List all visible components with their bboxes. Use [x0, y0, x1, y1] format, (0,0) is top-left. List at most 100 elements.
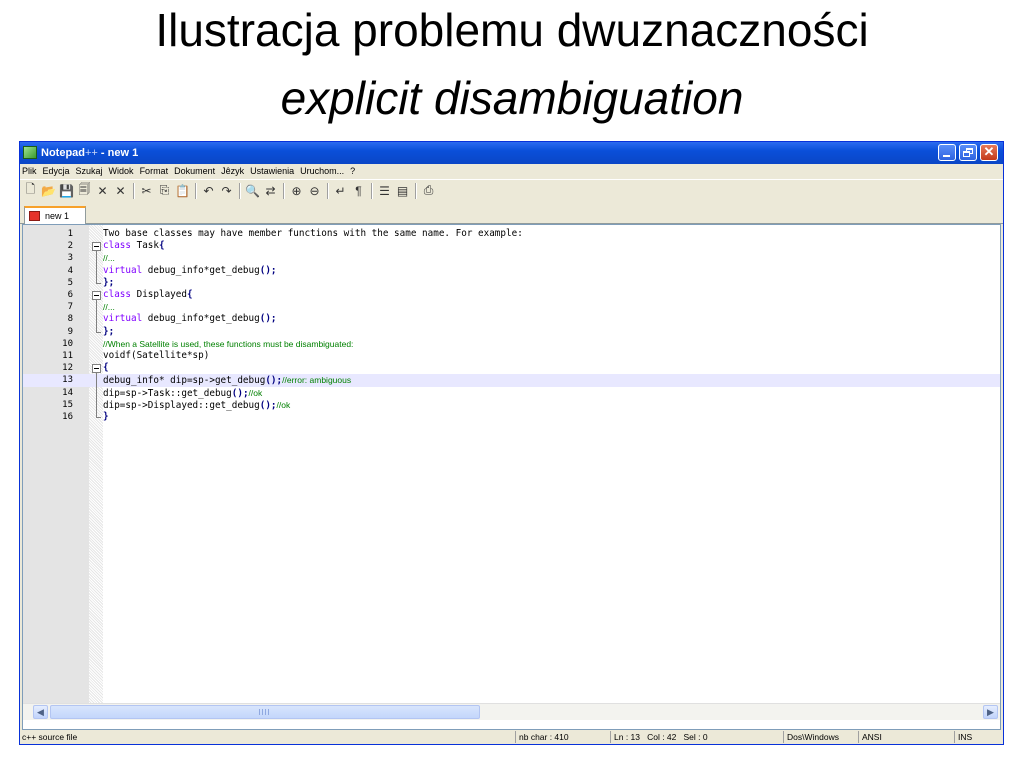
wrap-icon[interactable]: ↵ [332, 183, 349, 199]
code-line[interactable]: 7 //... [23, 301, 1000, 313]
print-icon[interactable]: ⎙ [420, 183, 437, 199]
replace-icon[interactable]: ⇄ [262, 183, 279, 199]
copy-icon[interactable]: ⎘ [156, 183, 173, 199]
open-folder-icon[interactable]: 📂 [40, 183, 57, 199]
toolbar: 🗋 📂 💾 🗐 ✕ ✕ ✂ ⎘ 📋 ↶ ↷ 🔍 ⇄ ⊕ ⊖ ↵ ¶ ☰ ▤ ⎙ [20, 179, 1003, 201]
redo-icon[interactable]: ↷ [218, 183, 235, 199]
fold-guide [96, 299, 97, 333]
new-file-icon[interactable]: 🗋 [22, 182, 39, 199]
title-bar[interactable]: Notepad++ - new 1 ✕ [20, 142, 1003, 164]
code-line[interactable]: 12 { [23, 362, 1000, 374]
token-code: Two base classes may have member functio… [103, 228, 523, 239]
find-icon[interactable]: 🔍 [244, 183, 261, 199]
token-code: debug_info*get_debug [142, 264, 260, 276]
close-window-button[interactable]: ✕ [980, 144, 998, 161]
editor[interactable]: ◀ ▶ 1 Two base classes may have member fu… [22, 224, 1001, 730]
code-line[interactable]: 3 //... [23, 252, 1000, 264]
minimize-button[interactable] [938, 144, 956, 161]
notepad-app-icon[interactable] [23, 146, 37, 159]
line-number: 2 [67, 241, 73, 252]
token-op: }; [103, 276, 115, 288]
code-line[interactable]: 14 dip=sp->Task::get_debug();//ok [23, 387, 1000, 399]
window-title: Notepad++ - new 1 [41, 147, 139, 159]
token-op: (); [231, 387, 249, 399]
code-line[interactable]: 1 Two base classes may have member functi… [23, 228, 1000, 240]
show-all-chars-icon[interactable]: ¶ [350, 183, 367, 199]
code-line[interactable]: 13 debug_info* dip=sp->get_debug();//erro… [23, 374, 1000, 387]
toolbar-separator [283, 182, 285, 199]
close-icon[interactable]: ✕ [94, 183, 111, 199]
cut-icon[interactable]: ✂ [138, 183, 155, 199]
tab-new-1[interactable]: new 1 [24, 206, 86, 224]
code-line[interactable]: 5}; [23, 277, 1000, 289]
user-lang-icon[interactable]: ▤ [394, 183, 411, 199]
code-line[interactable]: 15 dip=sp->Displayed::get_debug();//ok [23, 399, 1000, 411]
status-bar: c++ source file nb char : 410 Ln : 13 Co… [20, 730, 1003, 744]
zoom-out-icon[interactable]: ⊖ [306, 183, 323, 199]
code-line[interactable]: 6 class Displayed{ [23, 289, 1000, 301]
indent-guide-icon[interactable]: ☰ [376, 183, 393, 199]
line-number: 9 [67, 326, 73, 337]
fold-toggle[interactable] [92, 363, 101, 373]
status-position: Ln : 13 Col : 42 Sel : 0 [610, 731, 783, 743]
code-line[interactable]: 16} [23, 411, 1000, 423]
token-cm: //error: ambiguous [282, 375, 352, 386]
line-number: 8 [67, 314, 73, 325]
fold-guide [96, 372, 97, 418]
paste-icon[interactable]: 📋 [174, 183, 191, 199]
menu-item-2[interactable]: Szukaj [73, 164, 106, 179]
token-kw: virtual [103, 264, 143, 276]
menu-item-3[interactable]: Widok [106, 164, 137, 179]
code-text: }; [103, 326, 114, 338]
scroll-right-button[interactable]: ▶ [983, 705, 998, 719]
line-number: 11 [62, 351, 73, 361]
toolbar-separator [133, 182, 135, 199]
code-line[interactable]: 2 class Task{ [23, 240, 1000, 252]
token-op: { [103, 362, 109, 374]
notepad-window: Notepad++ - new 1 ✕ Plik Edycja Szukaj Wido… [19, 141, 1004, 745]
close-all-icon[interactable]: ✕ [112, 183, 129, 199]
fold-toggle[interactable] [92, 241, 101, 251]
status-encoding: ANSI [858, 731, 954, 743]
save-icon[interactable]: 💾 [58, 183, 75, 199]
menu-item-5[interactable]: Dokument [171, 164, 218, 179]
code-line[interactable]: 4 virtual debug_info*get_debug(); [23, 265, 1000, 277]
status-eol: Dos\Windows [783, 731, 858, 743]
tab-label: new 1 [45, 211, 70, 221]
code-line[interactable]: 9}; [23, 326, 1000, 338]
line-number: 7 [67, 302, 73, 313]
toolbar-separator [195, 182, 197, 199]
menu-item-1[interactable]: Edycja [40, 164, 73, 179]
code-text: } [103, 411, 109, 423]
zoom-in-icon[interactable]: ⊕ [288, 183, 305, 199]
scroll-left-button[interactable]: ◀ [33, 705, 48, 719]
unsaved-file-icon [29, 211, 40, 221]
menu-item-8[interactable]: Uruchom... [297, 164, 347, 179]
line-number: 4 [67, 265, 73, 276]
scroll-thumb[interactable] [50, 705, 480, 719]
menu-item-7[interactable]: Ustawienia [247, 164, 297, 179]
menu-item-9[interactable]: ? [347, 164, 358, 179]
token-code: debug_info* dip=sp->get_debug [103, 375, 266, 387]
menu-item-6[interactable]: Jêzyk [218, 164, 247, 179]
code-text: dip=sp->Displayed::get_debug();//ok [103, 399, 290, 412]
token-op: (); [259, 264, 277, 276]
undo-icon[interactable]: ↶ [200, 183, 217, 199]
menu-item-0[interactable]: Plik [20, 164, 40, 179]
code-line[interactable]: 10 //When a Satellite is used, these func… [23, 338, 1000, 350]
line-number: 14 [62, 387, 73, 398]
code-text: virtual debug_info*get_debug(); [103, 313, 277, 325]
menu-item-4[interactable]: Format [137, 164, 172, 179]
save-all-icon[interactable]: 🗐 [76, 182, 93, 199]
code-line[interactable]: 11 voidf(Satellite*sp) [23, 350, 1000, 362]
token-op: (); [265, 375, 283, 387]
code-text: //... [103, 301, 115, 314]
horizontal-scrollbar[interactable]: ◀ ▶ [23, 703, 1000, 720]
code-text: dip=sp->Task::get_debug();//ok [103, 387, 262, 400]
fold-toggle[interactable] [92, 290, 101, 300]
token-code: dip=sp->Task::get_debug [103, 387, 232, 399]
code-line[interactable]: 8 virtual debug_info*get_debug(); [23, 313, 1000, 325]
token-code: Task [131, 240, 159, 252]
restore-button[interactable] [959, 144, 977, 161]
code-text: class Displayed{ [103, 289, 193, 301]
